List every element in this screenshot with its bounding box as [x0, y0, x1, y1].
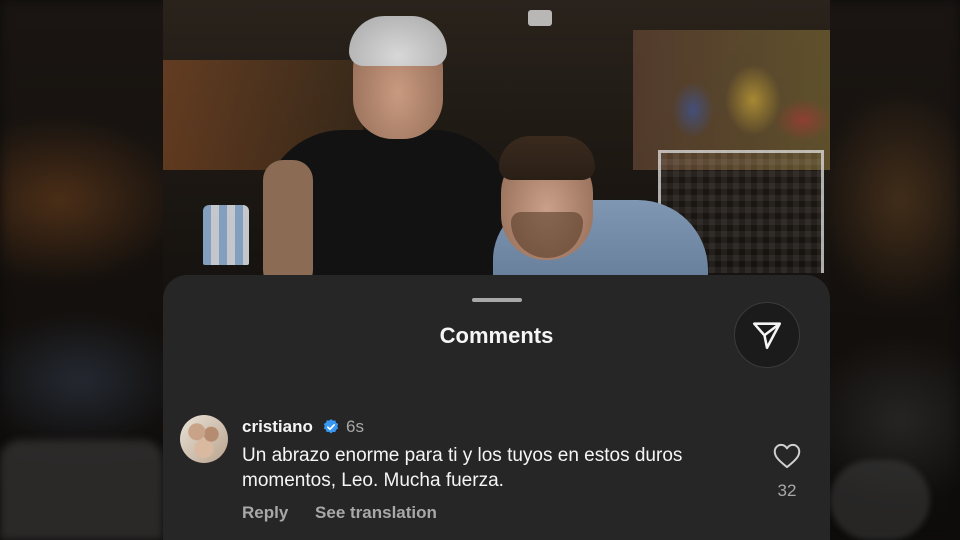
like-count: 32 — [777, 481, 797, 500]
sheet-title: Comments — [439, 323, 554, 348]
comment-timestamp: 6s — [346, 417, 364, 436]
post-photo — [163, 0, 830, 290]
avatar[interactable] — [180, 415, 228, 463]
see-translation-button[interactable]: See translation — [315, 503, 437, 522]
verified-badge-icon — [323, 419, 339, 434]
comment-item: cristiano 6s Un abrazo enorme para ti y … — [180, 413, 810, 533]
share-button[interactable] — [734, 302, 800, 368]
blurred-background-panel — [0, 440, 163, 540]
comment-actions: Reply See translation — [242, 503, 459, 523]
comments-sheet: Comments cristiano 6s Un abrazo enorme p… — [163, 275, 830, 540]
send-icon — [752, 322, 782, 350]
comment-text: Un abrazo enorme para ti y los tuyos en … — [242, 445, 683, 491]
blurred-background-panel — [830, 460, 930, 540]
heart-icon[interactable] — [773, 443, 801, 469]
drag-handle[interactable] — [472, 298, 522, 302]
comment-username[interactable]: cristiano — [242, 417, 313, 437]
reply-button[interactable]: Reply — [242, 503, 288, 522]
